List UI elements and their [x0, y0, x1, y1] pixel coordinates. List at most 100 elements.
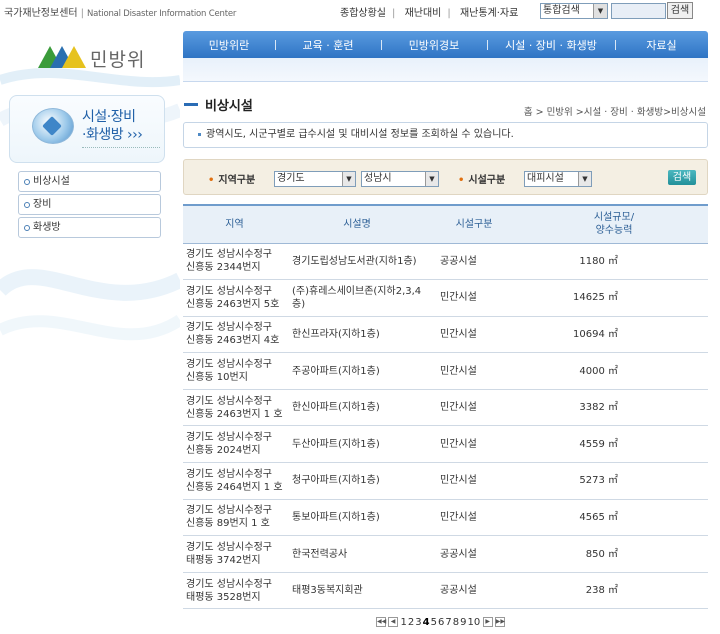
cell-facility-name: 경기도립성남도서관(지하1층)	[286, 243, 428, 281]
cell-facility-type: 민간시설	[428, 499, 520, 537]
facility-label: 시설구분	[458, 171, 505, 186]
page-link[interactable]: 4	[423, 617, 430, 628]
page-link[interactable]: 8	[453, 617, 459, 628]
nav-item-facilities[interactable]: 시설 · 장비 · 화생방	[487, 37, 615, 53]
chevron-down-icon[interactable]: ▼	[578, 172, 591, 186]
cell-facility-name: 두산아파트(지하1층)	[286, 425, 428, 464]
page-link[interactable]: 5	[431, 617, 437, 628]
cell-facility-type: 공공시설	[428, 535, 520, 573]
search-button[interactable]: 검색	[668, 170, 696, 185]
nav-item-archive[interactable]: 자료실	[615, 37, 708, 53]
chevron-down-icon[interactable]: ▼	[342, 172, 355, 186]
chevron-down-icon[interactable]: ▼	[593, 4, 607, 18]
cell-facility-name: 한신프라자(지하1층)	[286, 316, 428, 354]
cell-facility-size: 850 ㎡	[520, 535, 708, 573]
cell-facility-size: 10694 ㎡	[520, 316, 708, 354]
org-name-kr: 국가재난정보센터	[4, 8, 78, 19]
nav-item-about[interactable]: 민방위란	[183, 37, 275, 53]
facility-globe-icon	[32, 108, 74, 144]
cell-facility-name: 태평3동복지회관	[286, 572, 428, 610]
top-bar: 국가재난정보센터 | National Disaster Information C…	[0, 0, 720, 22]
region2-select[interactable]: 성남시 ▼	[361, 171, 439, 187]
chevron-down-icon[interactable]: ▼	[425, 172, 438, 186]
cell-facility-type: 공공시설	[428, 243, 520, 281]
cell-region: 경기도 성남시수정구 신흥동 2344번지	[183, 243, 286, 281]
table-header-row: 지역 시설명 시설구분 시설규모/ 양수능력	[183, 204, 708, 244]
top-link-situation[interactable]: 종합상황실	[340, 8, 386, 19]
top-link-prepare[interactable]: 재난대비	[405, 8, 442, 19]
table-row: 경기도 성남시수정구 태평동 3528번지 태평3동복지회관 공공시설 238 ㎡	[183, 572, 708, 610]
column-header-name: 시설명	[286, 204, 428, 244]
column-header-type: 시설구분	[428, 204, 520, 244]
org-name[interactable]: 국가재난정보센터 | National Disaster Information C…	[4, 4, 236, 19]
table-row: 경기도 성남시수정구 신흥동 89번지 1 호 통보아파트(지하1층) 민간시설 45…	[183, 499, 708, 537]
cell-facility-type: 민간시설	[428, 316, 520, 354]
page-link[interactable]: 10	[467, 617, 480, 628]
cell-facility-name: (주)휴레스세이브존(지하2,3,4층)	[286, 279, 428, 317]
sidebar-title: 시설·장비 ·화생방 ›››	[82, 109, 143, 143]
page-link[interactable]: 2	[408, 617, 414, 628]
prev-page-icon[interactable]: ◀	[388, 617, 398, 627]
search-scope-select[interactable]: 통합검색 ▼	[540, 3, 608, 19]
logo-text: 민방위	[90, 49, 146, 71]
sidebar-item-equipment[interactable]: 장비	[18, 194, 161, 215]
cell-facility-type: 민간시설	[428, 425, 520, 464]
region-label: 지역구분	[208, 171, 255, 186]
nav-item-education[interactable]: 교육 · 훈련	[275, 37, 381, 53]
facility-select[interactable]: 대피시설 ▼	[524, 171, 592, 187]
page-link[interactable]: 6	[438, 617, 444, 628]
sidebar-menu: 비상시설 장비 화생방	[18, 171, 161, 240]
cell-facility-size: 3382 ㎡	[520, 389, 708, 427]
table-row: 경기도 성남시수정구 신흥동 2464번지 1 호 청구아파트(지하1층) 민간시설…	[183, 462, 708, 500]
table-row: 경기도 성남시수정구 태평동 3742번지 한국전력공사 공공시설 850 ㎡	[183, 535, 708, 573]
page-link[interactable]: 1	[401, 617, 407, 628]
top-links: 종합상황실 | 재난대비 | 재난통계·자료	[340, 8, 519, 19]
main-nav: 민방위란 교육 · 훈련 민방위경보 시설 · 장비 · 화생방 자료실	[183, 31, 708, 58]
cell-facility-size: 14625 ㎡	[520, 279, 708, 317]
top-search-button[interactable]: 검색	[667, 2, 693, 19]
cell-facility-type: 공공시설	[428, 572, 520, 610]
cell-facility-size: 238 ㎡	[520, 572, 708, 610]
table-row: 경기도 성남시수정구 신흥동 10번지 주공아파트(지하1층) 민간시설 4000 ㎡	[183, 352, 708, 390]
cell-region: 경기도 성남시수정구 신흥동 2024번지	[183, 425, 286, 464]
cell-facility-size: 5273 ㎡	[520, 462, 708, 500]
cell-facility-name: 청구아파트(지하1층)	[286, 462, 428, 500]
facility-table: 지역 시설명 시설구분 시설규모/ 양수능력 경기도 성남시수정구 신흥동 23…	[183, 204, 708, 610]
table-row: 경기도 성남시수정구 신흥동 2463번지 5호 (주)휴레스세이브존(지하2,3…	[183, 279, 708, 317]
cell-facility-size: 4559 ㎡	[520, 425, 708, 464]
sidebar-item-emergency-facility[interactable]: 비상시설	[18, 171, 161, 192]
first-page-icon[interactable]: ◀◀	[376, 617, 386, 627]
cell-facility-type: 민간시설	[428, 352, 520, 390]
cell-region: 경기도 성남시수정구 신흥동 2463번지 1 호	[183, 389, 286, 427]
breadcrumb: 홈 > 민방위 >시설 · 장비 · 화생방>비상시설	[523, 107, 706, 118]
column-header-size: 시설규모/ 양수능력	[520, 204, 708, 244]
civil-defense-logo[interactable]: 민방위	[38, 42, 158, 72]
table-row: 경기도 성남시수정구 신흥동 2463번지 1 호 한신아파트(지하1층) 민간시설…	[183, 389, 708, 427]
column-header-region: 지역	[183, 204, 286, 244]
cell-region: 경기도 성남시수정구 신흥동 2463번지 5호	[183, 279, 286, 317]
page-title: 비상시설	[184, 95, 253, 114]
nav-item-alert[interactable]: 민방위경보	[381, 37, 487, 53]
cell-facility-name: 통보아파트(지하1층)	[286, 499, 428, 537]
region1-select[interactable]: 경기도 ▼	[274, 171, 356, 187]
org-name-en: National Disaster Information Center	[86, 9, 237, 19]
cell-facility-name: 한국전력공사	[286, 535, 428, 573]
page-link[interactable]: 7	[445, 617, 451, 628]
cell-facility-name: 한신아파트(지하1층)	[286, 389, 428, 427]
search-panel: 지역구분 경기도 ▼ 성남시 ▼ 시설구분 대피시설 ▼ 검색	[183, 159, 708, 195]
top-link-stats[interactable]: 재난통계·자료	[460, 8, 518, 19]
search-scope-value: 통합검색	[543, 5, 580, 16]
cell-facility-size: 1180 ㎡	[520, 243, 708, 281]
last-page-icon[interactable]: ▶▶	[494, 617, 505, 627]
sidebar-item-cbr[interactable]: 화생방	[18, 217, 161, 238]
table-row: 경기도 성남시수정구 신흥동 2024번지 두산아파트(지하1층) 민간시설 4559…	[183, 425, 708, 464]
page-link[interactable]: 3	[415, 617, 421, 628]
page-description: 광역시도, 시군구별로 급수시설 및 대비시설 정보를 조회하실 수 있습니다.	[183, 122, 708, 148]
sub-nav-bar	[183, 58, 708, 82]
cell-facility-type: 민간시설	[428, 279, 520, 317]
page-link[interactable]: 9	[460, 617, 466, 628]
cell-region: 경기도 성남시수정구 태평동 3742번지	[183, 535, 286, 573]
top-search-input[interactable]	[611, 3, 666, 19]
next-page-icon[interactable]: ▶	[482, 617, 493, 627]
cell-facility-type: 민간시설	[428, 462, 520, 500]
